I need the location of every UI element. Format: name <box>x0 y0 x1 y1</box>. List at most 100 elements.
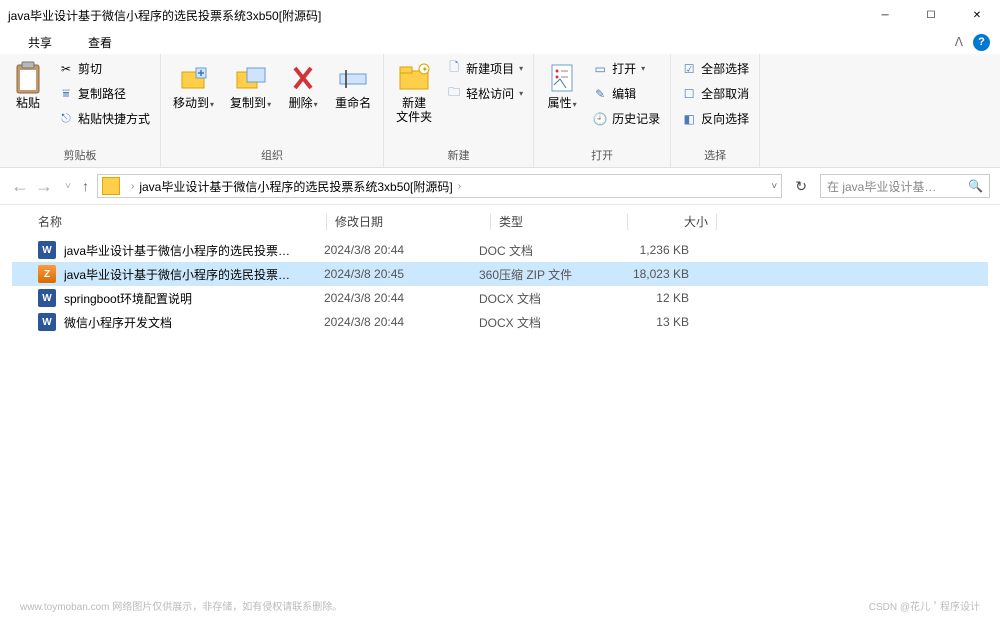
maximize-button[interactable]: ☐ <box>908 0 954 30</box>
recent-dropdown[interactable]: ˅ <box>58 181 78 192</box>
svg-text:✦: ✦ <box>422 65 429 74</box>
delete-icon <box>287 62 319 94</box>
file-name: java毕业设计基于微信小程序的选民投票… <box>64 266 324 283</box>
clipboard-icon <box>12 62 44 94</box>
file-type: DOCX 文档 <box>479 314 609 331</box>
close-button[interactable]: ✕ <box>954 0 1000 30</box>
file-row[interactable]: Zjava毕业设计基于微信小程序的选民投票…2024/3/8 20:45360压… <box>12 262 988 286</box>
invert-icon: ◧ <box>681 111 697 127</box>
breadcrumb-segment[interactable]: java毕业设计基于微信小程序的选民投票系统3xb50[附源码] <box>139 178 452 195</box>
file-name: springboot环境配置说明 <box>64 290 324 307</box>
new-folder-icon: ✦ <box>398 62 430 94</box>
zip-icon: Z <box>38 265 56 283</box>
ribbon-group-clipboard: 粘贴 ✂剪切 ⩸复制路径 ⎋粘贴快捷方式 剪贴板 <box>0 54 161 167</box>
open-icon: ▭ <box>592 61 608 77</box>
history-button[interactable]: 🕘历史记录 <box>588 108 664 129</box>
word-icon: W <box>38 289 56 307</box>
footer-left: www.toymoban.com 网络图片仅供展示，非存储，如有侵权请联系删除。 <box>20 598 342 613</box>
breadcrumb[interactable]: › java毕业设计基于微信小程序的选民投票系统3xb50[附源码] › ˅ <box>97 174 782 198</box>
ribbon: 粘贴 ✂剪切 ⩸复制路径 ⎋粘贴快捷方式 剪贴板 移动到▾ 复制到▾ 删除▾ <box>0 54 1000 168</box>
shortcut-icon: ⎋ <box>58 111 74 127</box>
paste-button[interactable]: 粘贴 <box>6 58 50 114</box>
easy-access-icon: 🗀 <box>446 86 462 102</box>
tab-share[interactable]: 共享 <box>10 32 70 53</box>
search-input[interactable]: 在 java毕业设计基… 🔍 <box>820 174 990 198</box>
file-date: 2024/3/8 20:44 <box>324 291 479 305</box>
properties-icon <box>546 62 578 94</box>
select-all-icon: ☑ <box>681 61 697 77</box>
ribbon-group-organize: 移动到▾ 复制到▾ 删除▾ 重命名 组织 <box>161 54 384 167</box>
invert-selection-button[interactable]: ◧反向选择 <box>677 108 753 129</box>
file-type: DOCX 文档 <box>479 290 609 307</box>
ribbon-tabs: 共享 查看 ᐱ ? <box>0 30 1000 54</box>
rename-button[interactable]: 重命名 <box>329 58 377 114</box>
easy-access-button[interactable]: 🗀轻松访问▾ <box>442 83 527 104</box>
ribbon-chevron-icon[interactable]: ᐱ <box>955 35 963 49</box>
file-size: 12 KB <box>609 291 689 305</box>
file-date: 2024/3/8 20:44 <box>324 243 479 257</box>
edit-button[interactable]: ✎编辑 <box>588 83 664 104</box>
forward-button[interactable]: → <box>34 176 54 197</box>
column-type[interactable]: 类型 <box>499 215 523 229</box>
scissors-icon: ✂ <box>58 61 74 77</box>
file-list: Wjava毕业设计基于微信小程序的选民投票…2024/3/8 20:44DOC … <box>0 234 1000 334</box>
minimize-button[interactable]: ─ <box>862 0 908 30</box>
ribbon-group-new: ✦ 新建 文件夹 🗋新建项目▾ 🗀轻松访问▾ 新建 <box>384 54 534 167</box>
edit-icon: ✎ <box>592 86 608 102</box>
copy-to-button[interactable]: 复制到▾ <box>224 58 277 114</box>
dropdown-icon[interactable]: ˅ <box>771 181 777 192</box>
history-icon: 🕘 <box>592 111 608 127</box>
file-row[interactable]: Wjava毕业设计基于微信小程序的选民投票…2024/3/8 20:44DOC … <box>12 238 988 262</box>
search-icon: 🔍 <box>968 179 983 193</box>
cut-button[interactable]: ✂剪切 <box>54 58 154 79</box>
new-item-icon: 🗋 <box>446 61 462 77</box>
move-to-icon <box>178 62 210 94</box>
file-row[interactable]: Wspringboot环境配置说明2024/3/8 20:44DOCX 文档12… <box>12 286 988 310</box>
file-type: 360压缩 ZIP 文件 <box>479 266 609 283</box>
window-titlebar: java毕业设计基于微信小程序的选民投票系统3xb50[附源码] ─ ☐ ✕ <box>0 0 1000 30</box>
move-to-button[interactable]: 移动到▾ <box>167 58 220 114</box>
tab-view[interactable]: 查看 <box>70 32 130 53</box>
column-name[interactable]: 名称 <box>38 215 62 229</box>
refresh-button[interactable]: ↻ <box>790 178 812 195</box>
ribbon-group-open: 属性▾ ▭打开▾ ✎编辑 🕘历史记录 打开 <box>534 54 671 167</box>
file-type: DOC 文档 <box>479 242 609 259</box>
column-date[interactable]: 修改日期 <box>335 215 383 229</box>
file-name: 微信小程序开发文档 <box>64 314 324 331</box>
path-icon: ⩸ <box>58 86 74 102</box>
back-button[interactable]: ← <box>10 176 30 197</box>
open-button[interactable]: ▭打开▾ <box>588 58 664 79</box>
file-name: java毕业设计基于微信小程序的选民投票… <box>64 242 324 259</box>
new-item-button[interactable]: 🗋新建项目▾ <box>442 58 527 79</box>
window-title: java毕业设计基于微信小程序的选民投票系统3xb50[附源码] <box>8 7 321 24</box>
delete-button[interactable]: 删除▾ <box>281 58 325 114</box>
folder-icon <box>102 177 120 195</box>
chevron-right-icon[interactable]: › <box>453 181 466 192</box>
column-headers: 名称 修改日期 类型 大小 <box>0 205 1000 234</box>
properties-button[interactable]: 属性▾ <box>540 58 584 114</box>
help-icon[interactable]: ? <box>973 34 990 51</box>
up-button[interactable]: ↑ <box>82 178 89 194</box>
select-none-button[interactable]: ☐全部取消 <box>677 83 753 104</box>
word-icon: W <box>38 313 56 331</box>
column-size[interactable]: 大小 <box>684 215 708 229</box>
select-all-button[interactable]: ☑全部选择 <box>677 58 753 79</box>
select-none-icon: ☐ <box>681 86 697 102</box>
search-placeholder: 在 java毕业设计基… <box>827 178 936 195</box>
footer-right: CSDN @花儿＇程序设计 <box>869 598 980 613</box>
copy-path-button[interactable]: ⩸复制路径 <box>54 83 154 104</box>
chevron-right-icon[interactable]: › <box>126 181 139 192</box>
file-size: 1,236 KB <box>609 243 689 257</box>
file-size: 18,023 KB <box>609 267 689 281</box>
file-date: 2024/3/8 20:44 <box>324 315 479 329</box>
file-date: 2024/3/8 20:45 <box>324 267 479 281</box>
paste-shortcut-button[interactable]: ⎋粘贴快捷方式 <box>54 108 154 129</box>
file-row[interactable]: W 微信小程序开发文档2024/3/8 20:44DOCX 文档13 KB <box>12 310 988 334</box>
word-icon: W <box>38 241 56 259</box>
new-folder-button[interactable]: ✦ 新建 文件夹 <box>390 58 438 129</box>
file-size: 13 KB <box>609 315 689 329</box>
ribbon-group-select: ☑全部选择 ☐全部取消 ◧反向选择 选择 <box>671 54 760 167</box>
address-bar: ← → ˅ ↑ › java毕业设计基于微信小程序的选民投票系统3xb50[附源… <box>0 168 1000 205</box>
rename-icon <box>337 62 369 94</box>
footer: www.toymoban.com 网络图片仅供展示，非存储，如有侵权请联系删除。… <box>0 598 1000 613</box>
